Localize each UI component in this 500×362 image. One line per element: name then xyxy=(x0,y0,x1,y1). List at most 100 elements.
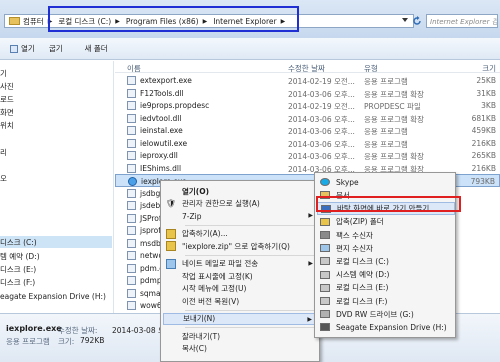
menu-separator xyxy=(185,327,317,328)
menu-item-label: 시작 메뉴에 고정(U) xyxy=(182,284,247,294)
nav-item[interactable]: 위치 xyxy=(0,119,14,131)
nav-item-local-disk-f[interactable]: 디스크 (F:) xyxy=(0,276,35,288)
menu-item-label: 압축하기(A)... xyxy=(182,229,228,239)
nav-item[interactable]: 리 xyxy=(0,146,7,158)
submenu-arrow-icon: ▶ xyxy=(308,259,313,267)
dvd-icon xyxy=(320,310,330,319)
blank-icon xyxy=(166,284,176,294)
file-row[interactable]: F12Tools.dll 2014-03-06 오후... 응용 프로그램 확장 31… xyxy=(115,87,500,100)
context-menu-item[interactable]: 열기(O) xyxy=(163,185,319,198)
context-menu-item[interactable]: 복사(C) xyxy=(163,343,319,356)
file-row[interactable]: ieinstal.exe 2014-03-06 오후... 응용 프로그램 459KB xyxy=(115,124,500,137)
file-icon xyxy=(127,163,136,173)
navigation-pane: 기 사진 로드 화면 위치 리 오 디스크 (C:) 템 예약 (D:) 디스크… xyxy=(0,61,114,313)
file-icon xyxy=(127,263,136,273)
file-size: 793KB xyxy=(470,177,495,186)
file-name: ieproxy.dll xyxy=(140,151,178,160)
file-size: 25KB xyxy=(476,76,496,85)
send-to-item[interactable]: 편지 수신자 xyxy=(317,242,455,255)
send-to-item[interactable]: Skype xyxy=(317,176,455,189)
send-to-item[interactable]: DVD RW 드라이브 (G:) xyxy=(317,308,455,321)
file-icon xyxy=(127,301,136,310)
drive-icon xyxy=(320,297,330,306)
refresh-button[interactable] xyxy=(410,14,424,28)
file-icon xyxy=(127,288,136,298)
nav-item-label: 디스크 (C:) xyxy=(0,237,37,247)
address-highlight-box xyxy=(48,6,299,32)
nav-item-system-reserved-d[interactable]: 템 예약 (D:) xyxy=(0,250,40,262)
context-menu-item[interactable]: 🛡 관리자 권한으로 실행(A) xyxy=(163,198,319,211)
nav-item[interactable]: 기 xyxy=(0,67,7,79)
command-bar: 열기 굽기 새 폴더 xyxy=(0,38,500,60)
new-folder-button[interactable]: 새 폴더 xyxy=(85,43,108,54)
file-icon xyxy=(127,201,136,210)
context-menu-item[interactable]: 시작 메뉴에 고정(U) xyxy=(163,283,319,296)
file-icon xyxy=(127,276,136,285)
file-name: ieinstal.exe xyxy=(140,126,183,135)
file-type: 응용 프로그램 확장 xyxy=(364,114,424,124)
menu-item-label: 작업 표시줄에 고정(K) xyxy=(182,271,253,281)
details-type: 응용 프로그램 xyxy=(6,337,50,346)
file-icon xyxy=(127,251,136,260)
nav-item[interactable]: 화면 xyxy=(0,106,14,118)
column-headers: 이름 수정한 날짜 유형 크기 xyxy=(115,61,500,73)
menu-item-label: 네이트 메일로 파일 전송 xyxy=(182,259,259,269)
fax-icon xyxy=(320,231,330,240)
open-button[interactable]: 열기 xyxy=(10,43,35,54)
file-icon xyxy=(127,188,136,198)
archive-icon xyxy=(166,228,176,239)
file-date: 2014-03-06 오후... xyxy=(288,114,355,124)
file-row[interactable]: ieproxy.dll 2014-03-06 오후... 응용 프로그램 확장 265… xyxy=(115,149,500,162)
blank-icon xyxy=(166,271,176,281)
send-to-item[interactable]: 압축(ZIP) 폴더 xyxy=(317,216,455,229)
menu-separator xyxy=(185,254,317,256)
context-menu-item[interactable]: 보내기(N) ▶ xyxy=(163,312,319,325)
column-header-name[interactable]: 이름 xyxy=(127,63,141,74)
details-size-label: 크기: xyxy=(58,337,75,346)
nav-item-seagate-h[interactable]: eagate Expansion Drive (H:) xyxy=(0,290,106,302)
context-menu-item[interactable]: 이전 버전 복원(V) xyxy=(163,295,319,308)
context-menu-item[interactable]: 네이트 메일로 파일 전송 ▶ xyxy=(163,258,319,271)
context-menu-item[interactable]: 잘라내기(T) xyxy=(163,330,319,343)
context-menu-item[interactable]: 압축하기(A)... xyxy=(163,228,319,241)
drive-icon xyxy=(320,257,330,266)
blank-icon xyxy=(166,344,176,354)
send-to-item[interactable]: 로컬 디스크 (E:) xyxy=(317,282,455,295)
file-size: 216KB xyxy=(471,138,496,148)
menu-item-label: 열기(O) xyxy=(182,186,210,196)
column-header-type[interactable]: 유형 xyxy=(364,63,378,74)
new-folder-label: 새 폴더 xyxy=(84,44,108,53)
nav-item[interactable]: 사진 xyxy=(0,80,14,92)
file-row[interactable]: ielowutil.exe 2014-03-06 오후... 응용 프로그램 216K… xyxy=(115,137,500,150)
context-menu-item[interactable]: 작업 표시줄에 고정(K) xyxy=(163,270,319,283)
send-to-item[interactable]: 시스템 예약 (D:) xyxy=(317,268,455,281)
nav-item-label: 템 예약 (D:) xyxy=(0,251,40,261)
send-to-label: 시스템 예약 (D:) xyxy=(336,270,390,280)
file-row[interactable]: extexport.exe 2014-02-19 오전... 응용 프로그램 25KB xyxy=(115,74,500,87)
search-input[interactable]: Internet Explorer 검색 xyxy=(426,14,498,28)
burn-button[interactable]: 굽기 xyxy=(49,43,63,54)
context-menu-item[interactable]: 7-Zip ▶ xyxy=(163,210,319,223)
send-to-item[interactable]: 팩스 수신자 xyxy=(317,229,455,242)
file-icon xyxy=(127,101,136,110)
column-header-size[interactable]: 크기 xyxy=(482,63,496,74)
send-to-item[interactable]: 로컬 디스크 (F:) xyxy=(317,295,455,308)
column-header-date[interactable]: 수정한 날짜 xyxy=(288,63,325,74)
context-menu-item[interactable]: "iexplore.zip" 으로 압축하기(Q) xyxy=(163,240,319,253)
file-date: 2014-03-06 오후... xyxy=(288,139,355,149)
send-to-item[interactable]: 로컬 디스크 (C:) xyxy=(317,255,455,268)
send-to-item[interactable]: Seagate Expansion Drive (H:) xyxy=(317,321,455,334)
drive-icon xyxy=(320,270,330,279)
nav-item[interactable]: 로드 xyxy=(0,93,14,105)
file-row[interactable]: ie9props.propdesc 2014-02-19 오전... PROPDES… xyxy=(115,99,500,112)
file-row[interactable]: iedvtool.dll 2014-03-06 오후... 응용 프로그램 확장 68… xyxy=(115,112,500,125)
file-icon xyxy=(127,113,136,123)
send-to-label: Seagate Expansion Drive (H:) xyxy=(336,322,447,332)
nav-item[interactable]: 오 xyxy=(0,172,7,184)
context-menu: 열기(O) 🛡 관리자 권한으로 실행(A) 7-Zip ▶ 압축하기(A)... "iex… xyxy=(160,180,320,362)
menu-item-label: 잘라내기(T) xyxy=(182,331,221,341)
nav-item-local-disk-e[interactable]: 디스크 (E:) xyxy=(0,263,36,275)
blank-icon xyxy=(166,211,176,221)
nav-item-local-disk-c[interactable]: 디스크 (C:) xyxy=(0,236,112,248)
file-icon xyxy=(127,126,136,135)
